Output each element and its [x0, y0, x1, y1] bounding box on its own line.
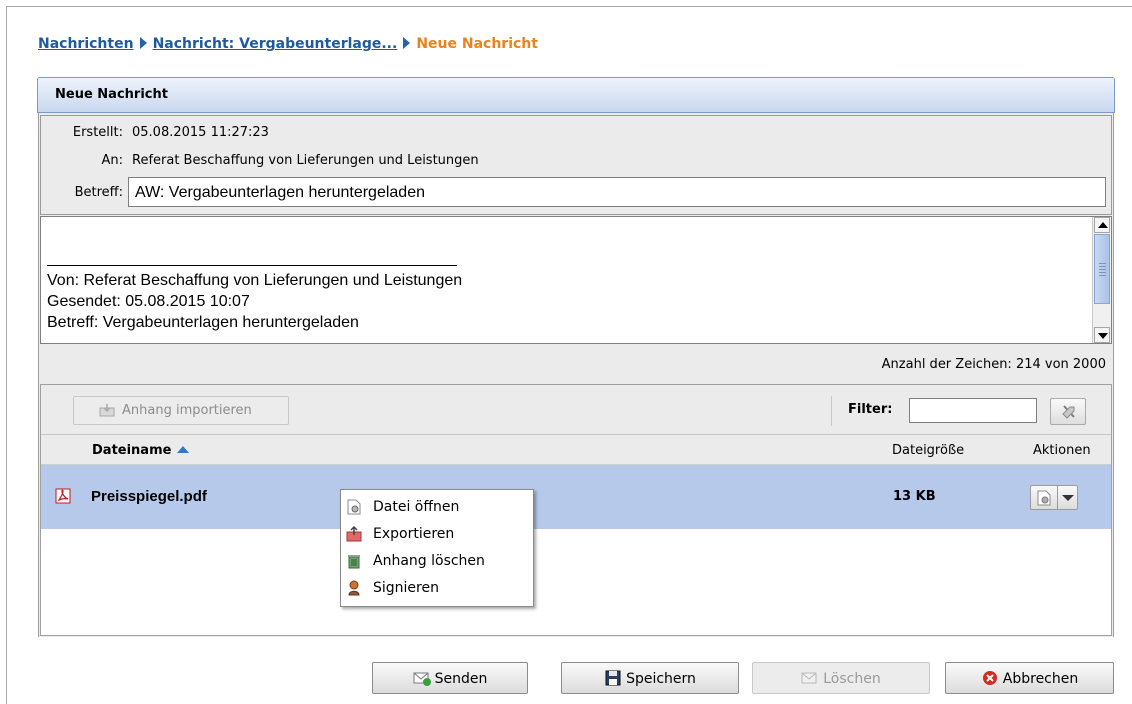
subject-input[interactable]: AW: Vergabeunterlagen heruntergeladen — [128, 177, 1106, 207]
recipient-label: An: — [101, 153, 123, 168]
filter-label: Filter: — [848, 402, 893, 417]
breadcrumb: Nachrichten Nachricht: Vergabeunterlage..… — [38, 36, 538, 52]
menu-item-label: Datei öffnen — [373, 499, 460, 515]
message-header: Erstellt: 05.08.2015 11:27:23 An: Refera… — [40, 115, 1112, 215]
column-header-actions: Aktionen — [1033, 443, 1091, 458]
export-icon — [346, 526, 362, 542]
breadcrumb-current: Neue Nachricht — [416, 36, 538, 52]
file-gear-icon — [1037, 490, 1051, 506]
body-line: Gesendet: 05.08.2015 10:07 — [47, 293, 250, 310]
trash-icon — [348, 555, 360, 569]
table-header: Dateiname Dateigröße Aktionen — [41, 435, 1111, 465]
recipient-value: Referat Beschaffung von Lieferungen und … — [132, 153, 479, 168]
import-attachment-label: Anhang importieren — [122, 403, 252, 418]
clear-filter-button[interactable] — [1050, 398, 1086, 425]
menu-item-label: Exportieren — [373, 526, 455, 542]
table-row[interactable]: Preisspiegel.pdf 13 KB — [41, 465, 1111, 529]
pdf-icon — [55, 488, 71, 504]
delete-button[interactable]: Löschen — [752, 662, 930, 694]
menu-item-export[interactable]: Exportieren — [341, 521, 533, 548]
breadcrumb-separator-icon — [403, 37, 411, 49]
created-value: 05.08.2015 11:27:23 — [132, 125, 269, 140]
breadcrumb-link-nachrichten[interactable]: Nachrichten — [38, 36, 134, 52]
file-open-icon — [347, 499, 361, 515]
scroll-up-icon[interactable] — [1094, 217, 1110, 233]
floppy-disk-icon — [605, 670, 621, 686]
menu-item-label: Anhang löschen — [373, 553, 485, 569]
created-label: Erstellt: — [72, 125, 123, 140]
file-name: Preisspiegel.pdf — [91, 488, 207, 505]
file-action-button[interactable] — [1030, 485, 1058, 510]
character-count: Anzahl der Zeichen: 214 von 2000 — [881, 357, 1106, 372]
breadcrumb-separator-icon — [139, 37, 147, 49]
body-scrollbar[interactable] — [1092, 217, 1111, 343]
breadcrumb-link-nachricht[interactable]: Nachricht: Vergabeunterlage... — [153, 36, 398, 52]
attachments-toolbar: Anhang importieren Filter: — [41, 385, 1111, 435]
subject-label: Betreff: — [74, 185, 123, 200]
send-icon — [413, 672, 431, 686]
cancel-icon — [982, 671, 997, 685]
column-header-size[interactable]: Dateigröße — [892, 443, 964, 458]
context-menu: Datei öffnen Exportieren Anhang löschen … — [340, 489, 534, 607]
menu-item-label: Signieren — [373, 580, 439, 596]
scroll-down-icon[interactable] — [1094, 327, 1110, 343]
chevron-down-icon — [1062, 495, 1074, 501]
body-line: Betreff: Vergabeunterlagen heruntergelad… — [47, 314, 359, 331]
import-attachment-button[interactable]: Anhang importieren — [73, 396, 289, 425]
menu-item-delete-attachment[interactable]: Anhang löschen — [341, 548, 533, 575]
delete-message-icon — [801, 672, 817, 684]
filter-input[interactable] — [909, 398, 1037, 423]
column-header-filename[interactable]: Dateiname — [92, 443, 190, 458]
save-button[interactable]: Speichern — [561, 662, 739, 694]
message-body-textarea[interactable]: Von: Referat Beschaffung von Lieferungen… — [40, 216, 1112, 344]
menu-item-sign[interactable]: Signieren — [341, 575, 533, 602]
file-size: 13 KB — [893, 489, 936, 504]
send-button[interactable]: Senden — [372, 662, 528, 694]
signature-icon — [348, 580, 360, 596]
import-icon — [99, 404, 115, 417]
menu-item-open-file[interactable]: Datei öffnen — [341, 494, 533, 521]
panel-title: Neue Nachricht — [37, 77, 1115, 113]
toolbar-divider — [831, 396, 832, 426]
quote-divider — [47, 265, 457, 266]
sort-ascending-icon — [177, 446, 190, 453]
body-line: Von: Referat Beschaffung von Lieferungen… — [47, 272, 463, 289]
cancel-button[interactable]: Abbrechen — [945, 662, 1114, 694]
clear-filter-icon — [1062, 405, 1075, 419]
scrollbar-thumb[interactable] — [1094, 234, 1110, 304]
file-action-dropdown[interactable] — [1058, 485, 1078, 510]
attachments-panel: Anhang importieren Filter: Dateiname Dat… — [40, 384, 1112, 636]
